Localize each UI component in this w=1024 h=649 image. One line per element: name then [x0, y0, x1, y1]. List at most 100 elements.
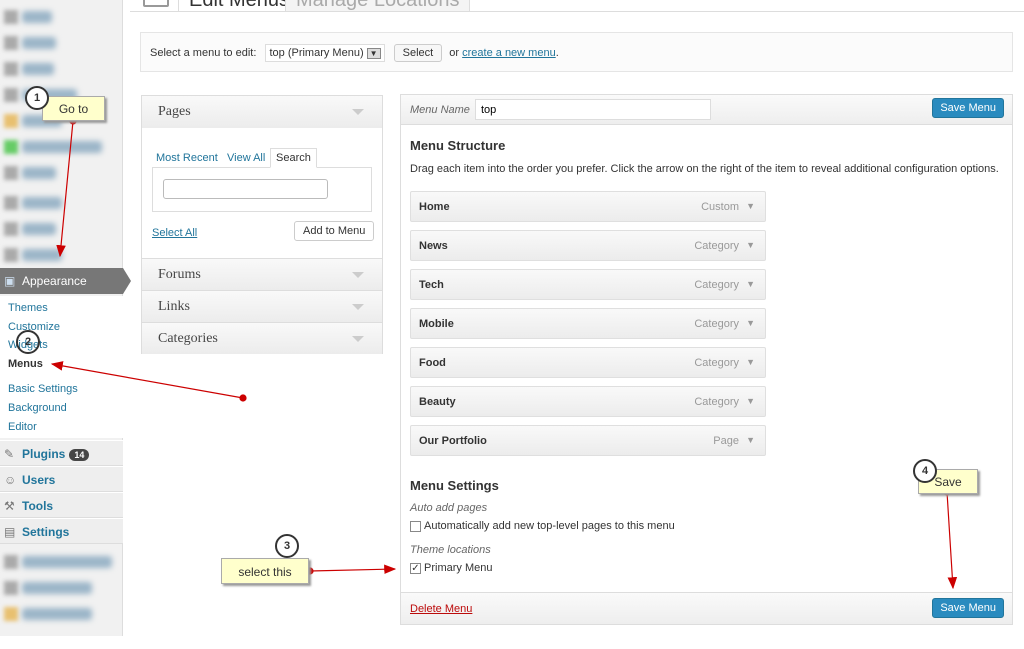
- submenu-editor[interactable]: Editor: [8, 421, 37, 433]
- submenu-background[interactable]: Background: [8, 402, 67, 414]
- plugin-icon: ✎: [4, 447, 15, 461]
- menu-item-mobile[interactable]: Mobile Category ▼: [410, 308, 766, 339]
- forums-accordion-header[interactable]: Forums: [142, 258, 382, 290]
- save-menu-button-top[interactable]: Save Menu: [932, 98, 1004, 118]
- menu-item-home[interactable]: Home Custom ▼: [410, 191, 766, 222]
- sidebar-item-tools[interactable]: ⚒ Tools: [0, 492, 123, 518]
- chevron-down-icon: ▼: [366, 48, 381, 59]
- menu-item-title: Home: [419, 201, 450, 213]
- chevron-down-icon: [352, 304, 364, 310]
- arrow-2-dot: [239, 394, 247, 402]
- settings-label: Settings: [22, 525, 70, 539]
- chevron-down-icon: [352, 336, 364, 342]
- chevron-down-icon: [352, 272, 364, 278]
- menu-item-news[interactable]: News Category ▼: [410, 230, 766, 261]
- appearance-submenu: Themes Customize Widgets Menus Basic Set…: [0, 296, 123, 438]
- expand-arrow-icon[interactable]: ▼: [746, 318, 755, 328]
- sidebar-item-appearance[interactable]: ▣ Appearance: [0, 268, 131, 294]
- users-icon: ☺: [4, 473, 17, 487]
- appearance-label: Appearance: [22, 274, 87, 288]
- arrow-3: [309, 564, 397, 575]
- step-4-badge: 4: [913, 459, 937, 483]
- primary-menu-checkbox[interactable]: ✓: [410, 562, 421, 574]
- menu-item-title: Food: [419, 357, 446, 369]
- submenu-menus[interactable]: Menus: [8, 358, 43, 370]
- menu-item-type: Category: [694, 279, 739, 291]
- pages-title: Pages: [158, 104, 191, 119]
- expand-arrow-icon[interactable]: ▼: [746, 396, 755, 406]
- expand-arrow-icon[interactable]: ▼: [746, 240, 755, 250]
- plugins-update-badge: 14: [69, 449, 90, 461]
- expand-arrow-icon[interactable]: ▼: [746, 435, 755, 445]
- primary-menu-text: Primary Menu: [424, 562, 493, 574]
- submenu-basic-settings[interactable]: Basic Settings: [8, 383, 78, 395]
- menu-select-bar: Select a menu to edit: top (Primary Menu…: [140, 32, 1013, 72]
- settings-icon: ▤: [4, 525, 16, 539]
- tab-most-recent[interactable]: Most Recent: [156, 152, 218, 164]
- callout-go-to: Go to: [42, 96, 105, 121]
- menu-select-dropdown[interactable]: top (Primary Menu) ▼: [265, 44, 385, 62]
- submenu-themes[interactable]: Themes: [8, 302, 48, 314]
- create-new-menu-link[interactable]: create a new menu: [462, 47, 556, 59]
- sidebar-item-settings[interactable]: ▤ Settings: [0, 518, 123, 544]
- menus-page-icon: [143, 0, 169, 7]
- tabs-divider: [130, 11, 1024, 12]
- or-text: or: [449, 47, 460, 59]
- appearance-icon: ▣: [4, 274, 16, 288]
- save-menu-button-bottom[interactable]: Save Menu: [932, 598, 1004, 618]
- callout-select-this: select this: [221, 558, 309, 584]
- menu-item-type: Category: [694, 240, 739, 252]
- expand-arrow-icon[interactable]: ▼: [746, 357, 755, 367]
- menu-item-type: Custom: [701, 201, 739, 213]
- categories-title: Categories: [158, 331, 218, 346]
- menu-item-beauty[interactable]: Beauty Category ▼: [410, 386, 766, 417]
- users-label: Users: [22, 473, 56, 487]
- add-to-menu-button[interactable]: Add to Menu: [294, 221, 375, 241]
- menu-footer: Delete Menu Save Menu: [401, 592, 1012, 624]
- delete-menu-link[interactable]: Delete Menu: [410, 603, 472, 615]
- auto-add-text: Automatically add new top-level pages to…: [424, 520, 675, 532]
- menu-name-label: Menu Name: [410, 104, 470, 116]
- links-accordion-header[interactable]: Links: [142, 290, 382, 322]
- menu-item-type: Category: [694, 318, 739, 330]
- menu-structure-title: Menu Structure: [410, 138, 506, 153]
- sidebar-item-plugins[interactable]: ✎ Plugins 14: [0, 440, 123, 466]
- plugins-label: Plugins: [22, 447, 66, 461]
- menu-settings-title: Menu Settings: [410, 478, 499, 493]
- expand-arrow-icon[interactable]: ▼: [746, 279, 755, 289]
- select-button[interactable]: Select: [393, 44, 443, 62]
- menu-item-type: Category: [694, 396, 739, 408]
- step-1-badge: 1: [25, 86, 49, 110]
- select-all-link[interactable]: Select All: [152, 227, 197, 239]
- menu-header: Menu Name Save Menu: [401, 95, 1012, 125]
- sidebar-item-users[interactable]: ☺ Users: [0, 466, 123, 492]
- menu-item-type: Page: [713, 435, 739, 447]
- categories-accordion-header[interactable]: Categories: [142, 322, 382, 354]
- menu-select-value: top (Primary Menu): [269, 47, 364, 59]
- menu-name-input[interactable]: [475, 99, 711, 120]
- expand-arrow-icon[interactable]: ▼: [746, 201, 755, 211]
- add-items-panel: Pages Most Recent View All Search Select…: [141, 95, 383, 354]
- chevron-down-icon: [352, 109, 364, 115]
- menu-item-title: Mobile: [419, 318, 454, 330]
- step-2-badge: 2: [16, 330, 40, 354]
- auto-add-checkbox[interactable]: [410, 520, 421, 532]
- primary-menu-row: ✓ Primary Menu: [410, 562, 492, 574]
- menu-item-title: Beauty: [419, 396, 456, 408]
- auto-add-row: Automatically add new top-level pages to…: [410, 520, 675, 532]
- menu-structure-desc: Drag each item into the order you prefer…: [410, 163, 999, 175]
- menu-item-type: Category: [694, 357, 739, 369]
- menu-item-food[interactable]: Food Category ▼: [410, 347, 766, 378]
- pages-accordion-header[interactable]: Pages: [142, 96, 382, 128]
- page-search-input[interactable]: [163, 179, 328, 199]
- tab-view-all[interactable]: View All: [227, 152, 265, 164]
- menu-item-our-portfolio[interactable]: Our Portfolio Page ▼: [410, 425, 766, 456]
- links-title: Links: [158, 299, 190, 314]
- tab-search[interactable]: Search: [270, 148, 317, 168]
- menu-item-title: Our Portfolio: [419, 435, 487, 447]
- tools-label: Tools: [22, 499, 54, 513]
- menu-item-title: Tech: [419, 279, 444, 291]
- menu-item-tech[interactable]: Tech Category ▼: [410, 269, 766, 300]
- tools-icon: ⚒: [4, 499, 15, 513]
- step-3-badge: 3: [275, 534, 299, 558]
